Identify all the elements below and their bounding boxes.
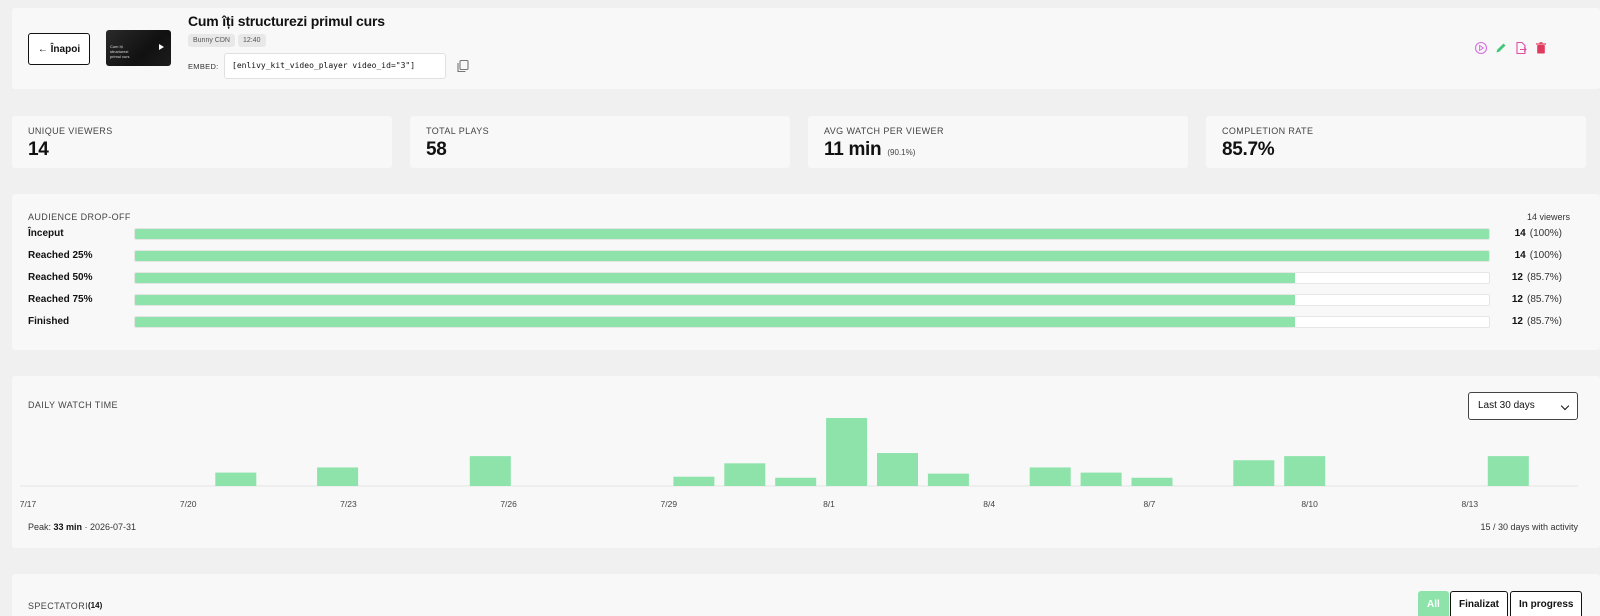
stat-label: TOTAL PLAYS xyxy=(426,126,490,136)
stat-card-total-plays: TOTAL PLAYS 58 xyxy=(410,116,790,168)
chart-bar[interactable] xyxy=(1080,472,1122,486)
dropoff-row-stat: 12 (85.7%) xyxy=(1511,294,1562,305)
chart-bar[interactable] xyxy=(1284,456,1326,486)
provider-badge: Bunny CDN xyxy=(188,34,235,47)
dropoff-row-label: Început xyxy=(28,228,64,239)
stat-card-completion-rate: COMPLETION RATE 85.7% xyxy=(1206,116,1586,168)
chart-tick-label: 7/17 xyxy=(20,499,37,509)
chart-bar[interactable] xyxy=(469,456,511,486)
dropoff-bar-fill xyxy=(135,295,1296,305)
dropoff-total: 14 viewers xyxy=(1526,212,1570,222)
filter-finalizat-button[interactable]: Finalizat xyxy=(1450,591,1509,616)
daily-watch-chart: 7/17 7/20 7/23 7/26 7/29 8/1 8/4 8/7 8/10 8/13 xyxy=(20,418,1578,509)
chart-bar[interactable] xyxy=(1233,460,1275,486)
chart-bar[interactable] xyxy=(215,472,257,486)
peak-value: 33 min xyxy=(53,522,83,532)
dropoff-row: Finished 12 (85.7%) xyxy=(28,315,1562,329)
chart-bar[interactable] xyxy=(1029,467,1071,486)
dropoff-bar-fill xyxy=(135,251,1489,261)
dropoff-bar-fill xyxy=(135,229,1489,239)
chart-tick-label: 8/13 xyxy=(1462,499,1479,509)
dropoff-row-stat: 14 (100%) xyxy=(1514,228,1562,239)
viewers-count: (14) xyxy=(88,601,103,610)
range-select-value: Last 30 days xyxy=(1478,400,1535,411)
stat-label: COMPLETION RATE xyxy=(1222,126,1314,136)
pencil-icon[interactable] xyxy=(1494,41,1508,55)
dropoff-row-label: Reached 50% xyxy=(28,272,93,283)
stat-card-unique-viewers: UNIQUE VIEWERS 14 xyxy=(12,116,392,168)
peak-info: Peak: 33 min · 2026-07-31 xyxy=(28,522,137,532)
chart-bar[interactable] xyxy=(1131,477,1173,486)
chart-tick-label: 7/29 xyxy=(661,499,678,509)
chart-bar[interactable] xyxy=(927,473,969,486)
chevron-down-icon xyxy=(1560,401,1570,411)
stat-label: AVG WATCH PER VIEWER xyxy=(824,126,944,136)
video-header: ← Înapoi Cum îți structurezi primul curs… xyxy=(12,8,1600,89)
dropoff-row-stat: 12 (85.7%) xyxy=(1511,272,1562,283)
chart-tick-label: 8/1 xyxy=(823,499,835,509)
stat-value: 85.7% xyxy=(1222,139,1275,160)
stat-card-avg-watch: AVG WATCH PER VIEWER 11 min (90.1%) xyxy=(808,116,1188,168)
stat-value: 11 min (90.1%) xyxy=(824,139,916,160)
duration-badge: 12:40 xyxy=(238,34,266,47)
play-icon xyxy=(159,44,164,50)
play-circle-icon[interactable] xyxy=(1474,41,1488,55)
viewers-title: SPECTATORI xyxy=(28,601,89,611)
copy-icon[interactable] xyxy=(456,59,470,73)
video-thumbnail[interactable]: Cum îți structurezi primul curs xyxy=(106,30,171,66)
dropoff-row: Reached 25% 14 (100%) xyxy=(28,249,1562,263)
chart-tick-label: 8/7 xyxy=(1143,499,1155,509)
embed-label: EMBED: xyxy=(188,62,219,71)
audience-dropoff-panel: AUDIENCE DROP-OFF 14 viewers Început 14 (1… xyxy=(12,194,1600,350)
thumbnail-title: Cum îți structurezi primul curs xyxy=(110,44,130,59)
chart-tick-label: 7/20 xyxy=(180,499,197,509)
dropoff-title: AUDIENCE DROP-OFF xyxy=(28,212,131,222)
file-export-icon[interactable] xyxy=(1514,41,1528,55)
chart-bar[interactable] xyxy=(826,418,868,486)
chart-tick-label: 8/10 xyxy=(1301,499,1318,509)
stat-sub: (90.1%) xyxy=(887,148,916,157)
daily-watch-time-panel: DAILY WATCH TIME Last 30 days 7/17 7/20 7/… xyxy=(12,376,1600,548)
dropoff-row-stat: 12 (85.7%) xyxy=(1511,316,1562,327)
dropoff-bar-track xyxy=(134,272,1490,284)
filter-all-button[interactable]: All xyxy=(1418,591,1449,616)
chart-tick-label: 7/23 xyxy=(340,499,357,509)
chart-tick-label: 8/4 xyxy=(983,499,995,509)
dropoff-bar-fill xyxy=(135,273,1296,283)
filter-in-progress-button[interactable]: In progress xyxy=(1510,591,1583,616)
dropoff-bar-track xyxy=(134,316,1490,328)
dropoff-row: Început 14 (100%) xyxy=(28,227,1562,241)
dropoff-row-stat: 14 (100%) xyxy=(1514,250,1562,261)
chart-bar[interactable] xyxy=(775,477,817,486)
video-title: Cum îți structurezi primul curs xyxy=(188,13,385,29)
chart-bar[interactable] xyxy=(877,453,918,486)
active-days: 15 / 30 days with activity xyxy=(1480,522,1578,532)
stat-label: UNIQUE VIEWERS xyxy=(28,126,113,136)
dropoff-row: Reached 50% 12 (85.7%) xyxy=(28,271,1562,285)
dropoff-row-label: Reached 75% xyxy=(28,294,93,305)
daily-title: DAILY WATCH TIME xyxy=(28,400,118,410)
dropoff-bar-track xyxy=(134,250,1490,262)
chart-bar[interactable] xyxy=(673,476,715,486)
dropoff-bar-track xyxy=(134,228,1490,240)
chart-tick-label: 7/26 xyxy=(500,499,517,509)
chart-bar[interactable] xyxy=(1487,456,1529,486)
embed-code-field[interactable]: [enlivy_kit_video_player video_id="3"] xyxy=(224,53,446,79)
trash-icon[interactable] xyxy=(1534,41,1548,55)
dropoff-row: Reached 75% 12 (85.7%) xyxy=(28,293,1562,307)
dropoff-bar-fill xyxy=(135,317,1296,327)
chart-bar[interactable] xyxy=(724,463,766,486)
chart-bar[interactable] xyxy=(317,467,359,486)
dropoff-bar-track xyxy=(134,294,1490,306)
back-button[interactable]: ← Înapoi xyxy=(28,33,90,65)
stat-value: 14 xyxy=(28,139,49,160)
stat-value: 58 xyxy=(426,139,447,160)
dropoff-row-label: Finished xyxy=(28,316,70,327)
dropoff-row-label: Reached 25% xyxy=(28,250,93,261)
viewers-panel: SPECTATORI (14) All Finalizat In progres… xyxy=(12,574,1600,616)
